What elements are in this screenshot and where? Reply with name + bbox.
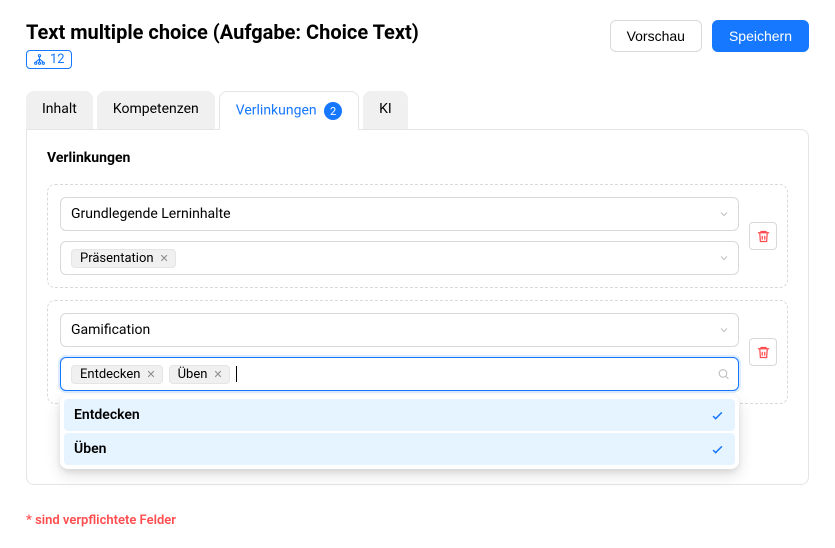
tag: Präsentation ✕ (71, 249, 176, 268)
tag-label: Präsentation (80, 251, 154, 266)
search-icon (717, 368, 730, 381)
delete-group-button[interactable] (749, 222, 777, 250)
link-group: Grundlegende Lerninhalte Präsentation ✕ (47, 184, 788, 288)
tag-remove-icon[interactable]: ✕ (144, 368, 157, 381)
tag: Üben ✕ (169, 365, 230, 384)
trash-icon (756, 229, 771, 244)
save-button[interactable]: Speichern (712, 20, 809, 52)
tree-count-badge[interactable]: 12 (26, 50, 72, 69)
tree-icon (33, 53, 46, 66)
tab-competencies[interactable]: Kompetenzen (97, 91, 215, 130)
link-group: Gamification Entdecken ✕ Üben ✕ (47, 300, 788, 404)
tag-label: Üben (178, 367, 208, 382)
chevron-down-icon (718, 252, 730, 264)
panel-title: Verlinkungen (47, 150, 788, 166)
delete-group-button[interactable] (749, 338, 777, 366)
tags-dropdown: Entdecken Üben (60, 395, 739, 469)
links-panel: Verlinkungen Grundlegende Lerninhalte Pr… (26, 129, 809, 485)
tag: Entdecken ✕ (71, 365, 163, 384)
chevron-down-icon (718, 324, 730, 336)
dropdown-option[interactable]: Entdecken (64, 399, 735, 431)
tab-links-label: Verlinkungen (236, 103, 317, 119)
page-title: Text multiple choice (Aufgabe: Choice Te… (26, 20, 419, 44)
tag-label: Entdecken (80, 367, 140, 382)
tags-select[interactable]: Präsentation ✕ (60, 241, 739, 275)
tab-ai[interactable]: KI (363, 91, 408, 130)
tab-links[interactable]: Verlinkungen 2 (219, 91, 359, 130)
preview-button[interactable]: Vorschau (610, 20, 702, 52)
trash-icon (756, 345, 771, 360)
check-icon (710, 442, 725, 457)
tab-content[interactable]: Inhalt (26, 91, 93, 130)
category-value: Gamification (71, 322, 150, 338)
tabs: Inhalt Kompetenzen Verlinkungen 2 KI (26, 91, 809, 130)
category-select[interactable]: Gamification (60, 313, 739, 347)
category-select[interactable]: Grundlegende Lerninhalte (60, 197, 739, 231)
tag-remove-icon[interactable]: ✕ (158, 252, 171, 265)
tags-select[interactable]: Entdecken ✕ Üben ✕ (60, 357, 739, 391)
dropdown-option-label: Entdecken (74, 407, 140, 423)
dropdown-option-label: Üben (74, 441, 106, 457)
text-cursor (236, 366, 237, 382)
tab-links-count: 2 (324, 102, 342, 120)
tree-count-value: 12 (50, 52, 65, 67)
dropdown-option[interactable]: Üben (64, 433, 735, 465)
category-value: Grundlegende Lerninhalte (71, 206, 231, 222)
chevron-down-icon (718, 208, 730, 220)
check-icon (710, 408, 725, 423)
tag-remove-icon[interactable]: ✕ (211, 368, 224, 381)
